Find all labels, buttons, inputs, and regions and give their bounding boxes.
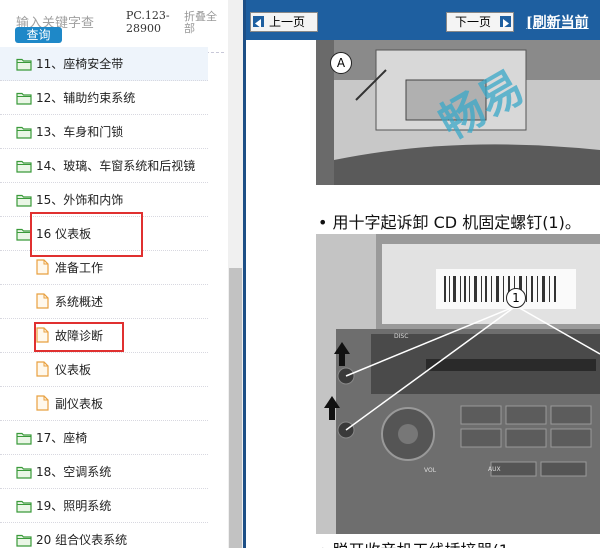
highlight-box-item	[34, 322, 124, 352]
step-instruction-1: • 用十字起诉卸 CD 机固定螺钉(1)。	[318, 213, 581, 232]
folder-icon	[16, 90, 32, 105]
folder-icon	[16, 124, 32, 139]
tree-item-label: 13、车身和门锁	[36, 125, 124, 139]
search-button[interactable]: 查询	[15, 27, 62, 43]
tree-item-label: 副仪表板	[55, 397, 104, 411]
content-pane: 上一页 下一页 [刷新当前 畅易 A • 用十字起诉卸 CD 机固定螺钉(1)。	[246, 0, 600, 548]
folder-icon	[16, 464, 32, 479]
tree-item-label: 19、照明系统	[36, 499, 112, 513]
tree-folder-item[interactable]: 11、座椅安全带	[0, 47, 208, 81]
step-instruction-2: • 脱开收音机天线插接器(1	[318, 537, 509, 548]
highlight-box-chapter	[30, 212, 143, 257]
folder-icon	[16, 192, 32, 207]
callout-a: A	[330, 52, 352, 74]
tree-item-label: 17、座椅	[36, 431, 88, 445]
prev-page-label: 上一页	[269, 15, 306, 29]
arrow-right-icon	[500, 16, 511, 28]
folder-icon	[16, 158, 32, 173]
tree-folder-item[interactable]: 19、照明系统	[0, 489, 208, 523]
dashboard-photo-top: 畅易 A	[316, 40, 600, 185]
tree-item-label: 系统概述	[55, 295, 104, 309]
tree-folder-item[interactable]: 13、车身和门锁	[0, 115, 208, 149]
document-icon	[36, 259, 49, 275]
aux-label: AUX	[488, 466, 501, 473]
next-page-label: 下一页	[455, 15, 492, 29]
folder-icon	[16, 56, 32, 71]
tree-item-label: 20 组合仪表系统	[36, 533, 128, 547]
tree-item-label: 18、空调系统	[36, 465, 112, 479]
callout-1: 1	[506, 288, 526, 308]
next-page-button[interactable]: 下一页	[446, 12, 514, 32]
tree-folder-item[interactable]: 18、空调系统	[0, 455, 208, 489]
document-code: PC.123-28900	[126, 9, 170, 35]
disc-label: DISC	[394, 333, 408, 340]
folder-icon	[16, 532, 32, 547]
toc-pane: 输入关键字查 查询 PC.123-28900 折叠全部 11、座椅安全带 12、辅…	[0, 0, 243, 548]
tree-doc-item[interactable]: 副仪表板	[0, 387, 208, 421]
folder-icon	[16, 430, 32, 445]
tree-folder-item[interactable]: 20 组合仪表系统	[0, 523, 208, 548]
document-icon	[36, 395, 49, 411]
folder-icon	[16, 498, 32, 513]
tree-folder-item[interactable]: 12、辅助约束系统	[0, 81, 208, 115]
document-icon	[36, 293, 49, 309]
tree-item-label: 仪表板	[55, 363, 92, 377]
tree-item-label: 准备工作	[55, 261, 104, 275]
tree-item-label: 12、辅助约束系统	[36, 91, 136, 105]
callout-1-label: 1	[512, 291, 520, 305]
arrow-left-icon	[253, 16, 264, 28]
cd-player-photo: DISC AUX VOL 1	[316, 234, 600, 534]
tree-item-label: 14、玻璃、车窗系统和后视镜	[36, 159, 196, 173]
vol-label: VOL	[424, 467, 437, 474]
tree-item-label: 15、外饰和内饰	[36, 193, 124, 207]
prev-page-button[interactable]: 上一页	[250, 12, 318, 32]
tree-folder-item[interactable]: 17、座椅	[0, 421, 208, 455]
page-nav-bar: 上一页 下一页 [刷新当前	[246, 0, 600, 40]
tree-doc-item[interactable]: 仪表板	[0, 353, 208, 387]
tree-doc-item[interactable]: 系统概述	[0, 285, 208, 319]
collapse-all-button[interactable]: 折叠全部	[184, 11, 224, 35]
toc-scrollbar-thumb[interactable]	[229, 268, 242, 548]
toc-toolbar: 输入关键字查 查询 PC.123-28900 折叠全部	[0, 0, 224, 53]
refresh-link[interactable]: [刷新当前	[526, 12, 589, 32]
tree-item-label: 11、座椅安全带	[36, 57, 124, 71]
document-icon	[36, 361, 49, 377]
callout-a-label: A	[336, 56, 346, 70]
tree-folder-item[interactable]: 14、玻璃、车窗系统和后视镜	[0, 149, 208, 183]
